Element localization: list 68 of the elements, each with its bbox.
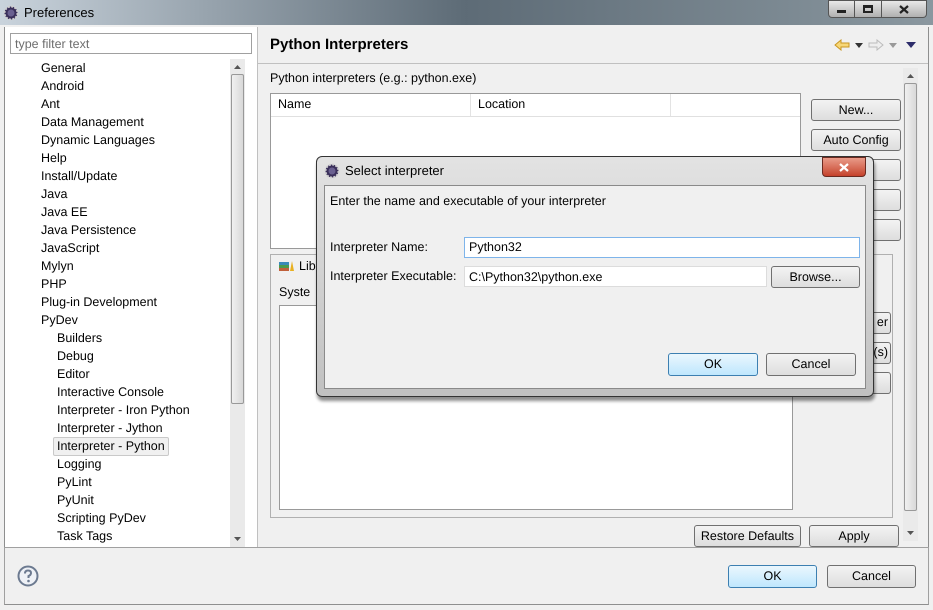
- close-button[interactable]: [882, 0, 927, 18]
- tree-item[interactable]: PHP: [37, 274, 71, 294]
- scroll-down-icon[interactable]: [234, 537, 241, 541]
- tree-item[interactable]: Logging: [53, 454, 106, 474]
- field-label: Interpreter Executable:: [330, 268, 458, 286]
- tree-item[interactable]: Install/Update: [37, 166, 122, 186]
- scroll-up-icon[interactable]: [907, 74, 914, 78]
- scrollbar[interactable]: [903, 68, 918, 541]
- gear-icon: [3, 4, 19, 20]
- tree-item[interactable]: Editor: [53, 364, 94, 384]
- tree-item[interactable]: PyDev: [37, 310, 82, 330]
- field-label: Interpreter Name:: [330, 238, 429, 256]
- dropdown-icon[interactable]: [855, 42, 863, 48]
- scrollbar[interactable]: [230, 59, 245, 547]
- button[interactable]: Apply: [809, 525, 899, 547]
- tree-item[interactable]: Interpreter - Python: [53, 436, 169, 456]
- button[interactable]: Auto Config: [811, 128, 901, 151]
- books-icon: [279, 260, 295, 272]
- tree-item[interactable]: General: [37, 59, 90, 78]
- text-field[interactable]: C:\Python32\python.exe: [464, 266, 767, 288]
- page-title: Python Interpreters: [270, 34, 408, 55]
- scroll-up-icon[interactable]: [234, 65, 241, 69]
- tree-item[interactable]: Scripting PyDev: [53, 508, 150, 528]
- tree-item[interactable]: Data Management: [37, 112, 148, 132]
- tab[interactable]: Lib: [299, 256, 316, 276]
- button[interactable]: OK: [728, 564, 817, 588]
- tree-item[interactable]: Dynamic Languages: [37, 130, 159, 150]
- tree-item[interactable]: Ant: [37, 94, 64, 114]
- minimize-button[interactable]: [828, 0, 855, 18]
- tree-item[interactable]: Debug: [53, 346, 98, 366]
- tree-item[interactable]: PyLint: [53, 472, 96, 492]
- close-icon: [839, 162, 849, 172]
- tree-item[interactable]: Builders: [53, 328, 106, 348]
- tree-item[interactable]: Java EE: [37, 202, 92, 222]
- menu-icon[interactable]: [906, 42, 916, 48]
- button[interactable]: Cancel: [827, 564, 916, 588]
- tree-item[interactable]: Android: [37, 76, 88, 96]
- list-label: Syste: [278, 284, 312, 301]
- maximize-button[interactable]: [855, 0, 882, 18]
- gear-icon: [324, 163, 340, 179]
- tree-item[interactable]: Help: [37, 148, 71, 168]
- filter-field[interactable]: type filter text: [10, 33, 252, 54]
- button[interactable]: Browse...: [771, 266, 860, 288]
- window-title: Preferences: [24, 4, 94, 22]
- close-icon: [899, 4, 909, 14]
- tree-item[interactable]: Java: [37, 184, 72, 204]
- column-header[interactable]: Location: [471, 94, 671, 116]
- help-icon[interactable]: [17, 565, 39, 587]
- text-field[interactable]: Python32: [464, 236, 860, 258]
- section-label: Python interpreters (e.g.: python.exe): [270, 70, 478, 87]
- button[interactable]: Cancel: [766, 353, 856, 376]
- button[interactable]: OK: [668, 353, 758, 376]
- close-button[interactable]: [822, 157, 866, 177]
- tree-item[interactable]: Interpreter - Jython: [53, 418, 167, 438]
- tree-item[interactable]: Interactive Console: [53, 382, 168, 402]
- tree-item[interactable]: Mylyn: [37, 256, 78, 276]
- tree-item[interactable]: Task Tags: [53, 526, 116, 546]
- dialog-title: Select interpreter: [345, 162, 444, 180]
- tree-item[interactable]: Java Persistence: [37, 220, 140, 240]
- column-header[interactable]: Name: [271, 94, 471, 116]
- tree-item[interactable]: JavaScript: [37, 238, 104, 258]
- button[interactable]: Restore Defaults: [694, 525, 801, 547]
- tree-item[interactable]: Interpreter - Iron Python: [53, 400, 194, 420]
- dialog-message: Enter the name and executable of your interpreter: [330, 193, 607, 210]
- tree-item[interactable]: PyUnit: [53, 490, 98, 510]
- button[interactable]: New...: [811, 98, 901, 121]
- tree-item[interactable]: Plug-in Development: [37, 292, 162, 312]
- scroll-down-icon[interactable]: [907, 531, 914, 535]
